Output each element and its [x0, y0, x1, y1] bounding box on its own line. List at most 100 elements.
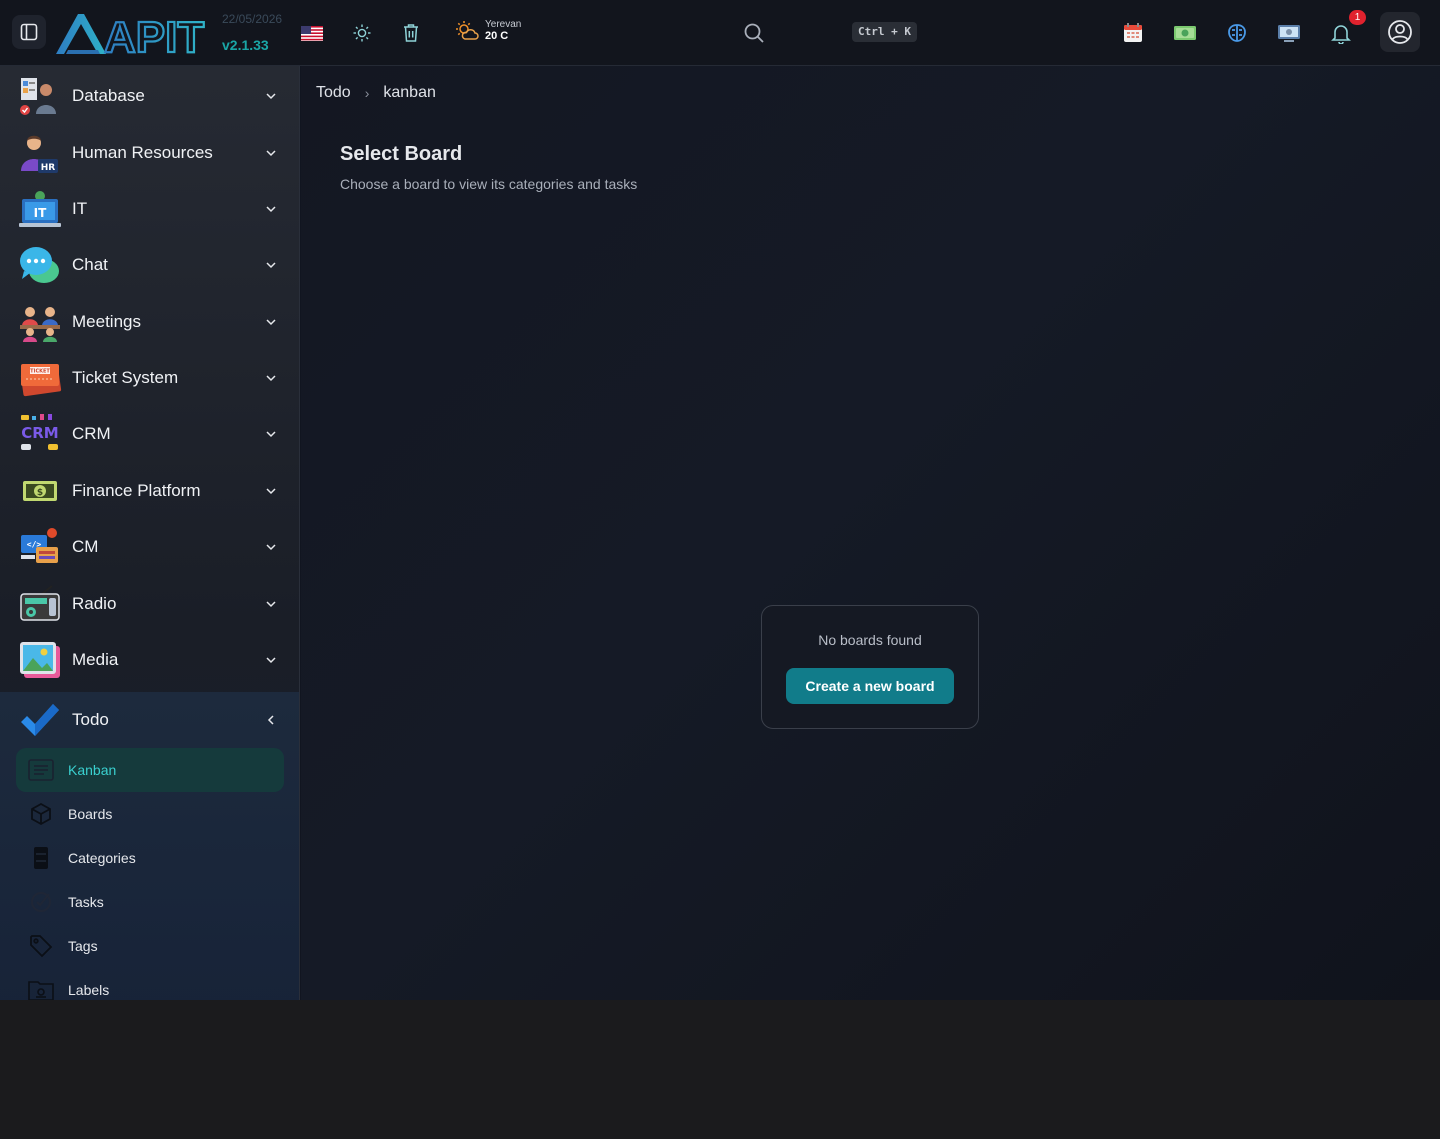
- folder-label-icon: [28, 977, 54, 1000]
- partly-sunny-icon: [456, 20, 479, 40]
- sidebar-item-finance-platform[interactable]: $ Finance Platform: [0, 463, 299, 519]
- sidebar-item-label: Todo: [72, 710, 109, 729]
- sidebar-subitem-label: Categories: [68, 850, 136, 866]
- chevron-down-icon: [266, 431, 276, 438]
- sidebar-subitem-boards[interactable]: Boards: [16, 792, 284, 836]
- sidebar-subitem-label: Boards: [68, 806, 113, 822]
- sidebar-toggle-button[interactable]: [12, 15, 46, 49]
- chevron-down-icon: [266, 488, 276, 495]
- notifications-button[interactable]: [1329, 21, 1353, 45]
- media-image-icon: [20, 642, 60, 678]
- sidebar-item-todo[interactable]: Todo: [0, 692, 299, 748]
- finance-quick-button[interactable]: [1173, 21, 1197, 45]
- calendar-button[interactable]: [1121, 21, 1145, 45]
- sidebar: Database HR Human Resources IT IT Chat M…: [0, 66, 300, 1000]
- theme-toggle-button[interactable]: [350, 21, 374, 45]
- sidebar-item-it[interactable]: IT IT: [0, 181, 299, 237]
- monitor-button[interactable]: [1277, 21, 1301, 45]
- sidebar-item-cm[interactable]: </> CM: [0, 519, 299, 575]
- chevron-down-icon: [266, 601, 276, 608]
- sidebar-item-label: Meetings: [72, 312, 141, 331]
- bell-icon: [1331, 25, 1351, 44]
- sidebar-subitem-label: Tags: [68, 938, 98, 954]
- sidebar-item-radio[interactable]: Radio: [0, 576, 299, 632]
- sidebar-item-chat[interactable]: Chat: [0, 237, 299, 293]
- sidebar-item-label: Database: [72, 86, 145, 105]
- sidebar-item-database[interactable]: Database: [0, 68, 299, 124]
- sidebar-item-human-resources[interactable]: HR Human Resources: [0, 125, 299, 181]
- radio-icon: [20, 585, 60, 621]
- cash-icon: [1174, 26, 1196, 40]
- language-button[interactable]: [300, 21, 324, 45]
- svg-text:IT: IT: [34, 206, 47, 220]
- brain-icon: [1228, 24, 1246, 42]
- notification-badge: 1: [1349, 10, 1366, 25]
- sidebar-item-label: IT: [72, 199, 88, 218]
- search-button[interactable]: [742, 21, 766, 45]
- sidebar-item-label: Finance Platform: [72, 481, 201, 500]
- checkmark-icon: [21, 704, 59, 736]
- sidebar-subitem-categories[interactable]: Categories: [16, 836, 284, 880]
- sidebar-item-label: Chat: [72, 255, 108, 274]
- sidebar-item-label: CRM: [72, 424, 111, 443]
- trash-icon: [404, 24, 418, 42]
- weather-widget[interactable]: Yerevan 20 C: [455, 19, 521, 42]
- user-avatar-icon: [1388, 20, 1412, 44]
- weather-temp: 20 C: [485, 30, 509, 42]
- sidebar-subitem-labels[interactable]: Labels: [16, 968, 284, 1000]
- header-date: 22/05/2026: [222, 12, 283, 26]
- kanban-list-icon: [28, 757, 54, 783]
- chevron-left-icon: [267, 715, 274, 725]
- sidebar-item-label: Radio: [72, 594, 117, 613]
- sidebar-subitem-kanban[interactable]: Kanban: [16, 748, 284, 792]
- cabinet-icon: [28, 845, 54, 871]
- sidebar-item-meetings[interactable]: Meetings: [0, 294, 299, 350]
- sidebar-item-crm[interactable]: CRM CRM: [0, 406, 299, 462]
- ai-button[interactable]: [1225, 21, 1249, 45]
- breadcrumb-current: kanban: [383, 84, 436, 101]
- svg-text:HR: HR: [41, 163, 56, 173]
- clear-cache-button[interactable]: [399, 21, 423, 45]
- sidebar-panel-icon: [20, 23, 38, 41]
- breadcrumb: Todo › kanban: [316, 84, 436, 102]
- svg-text:$: $: [37, 488, 43, 498]
- empty-state-card: No boards found Create a new board: [761, 605, 979, 729]
- content-management-icon: </>: [21, 528, 58, 563]
- app-window: APIT 22/05/2026 v2.1.33 Yerevan 20 C Ctr…: [0, 0, 1440, 1000]
- sidebar-subitem-label: Kanban: [68, 762, 117, 778]
- chevron-down-icon: [266, 657, 276, 664]
- meetings-icon: [20, 307, 60, 342]
- ticket-icon: TICKET: [20, 364, 62, 397]
- chevron-down-icon: [266, 206, 276, 213]
- weather-city: Yerevan: [485, 19, 522, 30]
- chevron-down-icon: [266, 375, 276, 382]
- sidebar-item-ticket-system[interactable]: TICKET Ticket System: [0, 350, 299, 406]
- chevron-down-icon: [266, 150, 276, 157]
- profile-button[interactable]: [1380, 12, 1420, 52]
- sidebar-item-label: Human Resources: [72, 143, 213, 162]
- create-board-button[interactable]: Create a new board: [786, 668, 954, 704]
- sidebar-item-media[interactable]: Media: [0, 632, 299, 688]
- human-resources-icon: HR: [21, 135, 58, 173]
- sidebar-subitem-tags[interactable]: Tags: [16, 924, 284, 968]
- sidebar-subitem-tasks[interactable]: Tasks: [16, 880, 284, 924]
- sidebar-item-label: CM: [72, 537, 99, 556]
- chevron-down-icon: [266, 93, 276, 100]
- main-content: Todo › kanban Select Board Choose a boar…: [301, 66, 1440, 1000]
- search-icon: [744, 23, 764, 43]
- search-shortcut-hint: Ctrl + K: [852, 22, 917, 42]
- app-version: v2.1.33: [222, 37, 269, 53]
- breadcrumb-root-link[interactable]: Todo: [316, 84, 351, 102]
- calendar-icon: [1124, 23, 1142, 42]
- money-bill-icon: $: [23, 481, 57, 501]
- us-flag-icon: [301, 25, 323, 41]
- page-title: Select Board: [340, 143, 463, 165]
- apit-logo[interactable]: APIT: [54, 10, 216, 56]
- chevron-down-icon: [266, 544, 276, 551]
- sidebar-subitem-label: Tasks: [68, 894, 104, 910]
- crm-icon: CRM: [21, 414, 59, 450]
- todo-section: Todo Kanban Boards Categories Tasks Tags…: [0, 692, 299, 1000]
- page-subtitle: Choose a board to view its categories an…: [340, 176, 638, 192]
- chevron-down-icon: [266, 262, 276, 269]
- top-bar: APIT 22/05/2026 v2.1.33 Yerevan 20 C Ctr…: [0, 0, 1440, 66]
